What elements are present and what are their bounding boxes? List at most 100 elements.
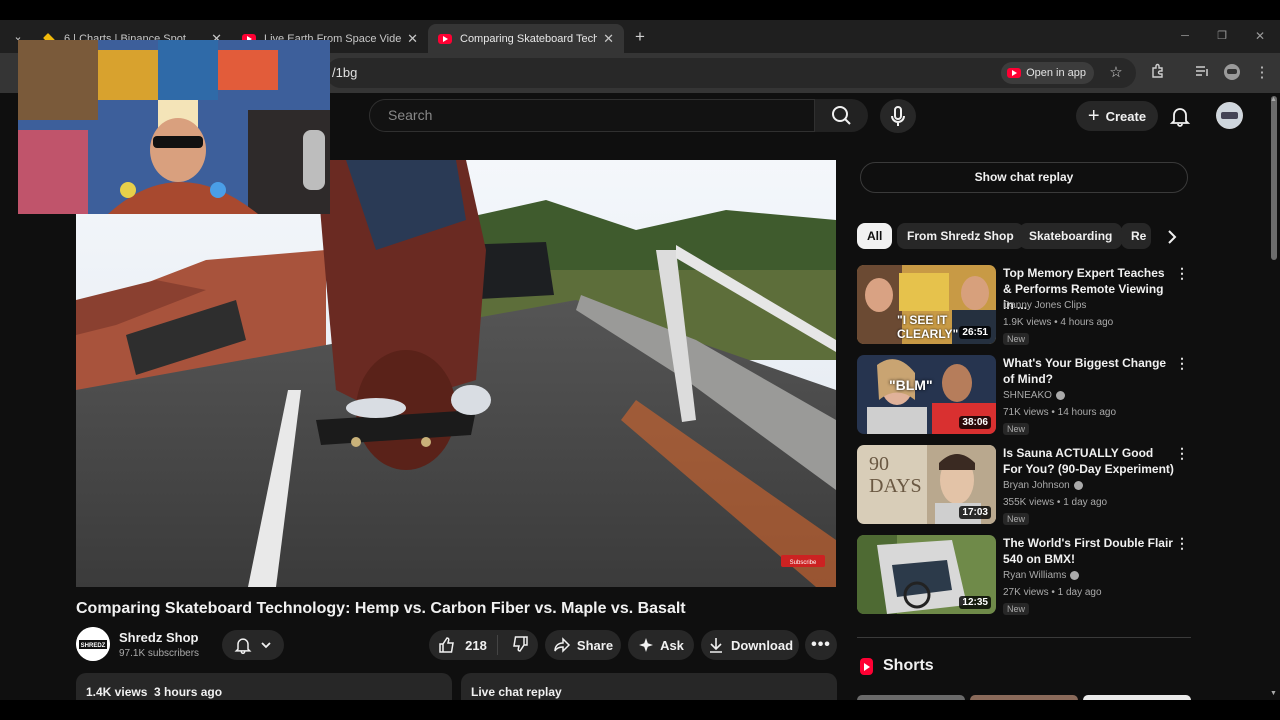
plus-icon: + — [1087, 105, 1100, 127]
live-chat-replay-label: Live chat replay — [471, 685, 562, 699]
search-icon — [832, 106, 851, 125]
picture-in-picture-overlay[interactable] — [18, 40, 330, 214]
notifications-bell-icon[interactable] — [1168, 104, 1192, 128]
video-duration: 38:06 — [959, 416, 991, 429]
more-vertical-icon[interactable]: ⋮ — [1175, 445, 1189, 462]
open-in-app-label: Open in app — [1026, 67, 1086, 79]
new-tab-button[interactable]: + — [630, 27, 650, 47]
download-label: Download — [730, 637, 794, 653]
recommended-title[interactable]: What's Your Biggest Change of Mind? — [1003, 355, 1175, 387]
recommended-title[interactable]: The World's First Double Flair 540 on BM… — [1003, 535, 1175, 567]
verified-icon — [1070, 571, 1080, 580]
minimize-button[interactable]: ─ — [1175, 26, 1195, 46]
video-thumbnail[interactable]: "I SEE IT CLEARLY" 26:51 — [857, 265, 996, 344]
subscriber-count: 97.1K subscribers — [119, 648, 200, 659]
tab-close-icon[interactable]: ✕ — [603, 31, 614, 47]
channel-name[interactable]: Shredz Shop — [119, 630, 198, 645]
more-horizontal-icon: ••• — [811, 636, 831, 653]
recommended-video[interactable]: 12:35 The World's First Double Flair 540… — [857, 535, 1192, 615]
browser-menu-icon[interactable]: ⋮ — [1252, 63, 1272, 83]
microphone-icon — [891, 106, 905, 126]
screen-bottom-border — [0, 700, 1280, 720]
share-button[interactable]: Share — [545, 630, 621, 660]
scroll-up-arrow-icon[interactable]: ▲ — [1270, 96, 1277, 103]
share-icon — [554, 637, 570, 653]
video-duration: 12:35 — [959, 596, 991, 609]
thumbs-up-icon — [439, 637, 455, 653]
create-button[interactable]: + Create — [1076, 101, 1158, 131]
subscription-bell-button[interactable] — [222, 630, 284, 660]
more-vertical-icon[interactable]: ⋮ — [1175, 535, 1189, 552]
chip-related[interactable]: Re — [1121, 223, 1151, 249]
like-button[interactable]: 218 — [437, 635, 498, 655]
dislike-button[interactable] — [504, 634, 530, 657]
video-thumbnail[interactable]: 90 DAYS 17:03 — [857, 445, 996, 524]
recommended-meta: 71K views • 14 hours ago — [1003, 407, 1117, 418]
extensions-icon[interactable] — [1148, 63, 1168, 83]
chevron-down-icon — [261, 642, 271, 649]
video-thumbnail[interactable]: "BLM" 38:06 — [857, 355, 996, 434]
new-badge: New — [1003, 513, 1030, 525]
search-button[interactable] — [815, 99, 868, 132]
media-controls-icon[interactable] — [1192, 63, 1212, 83]
more-actions-button[interactable]: ••• — [805, 630, 837, 660]
subscribe-watermark: Subscribe — [790, 560, 817, 566]
video-thumbnail[interactable]: 12:35 — [857, 535, 996, 614]
video-duration: 17:03 — [959, 506, 991, 519]
svg-text:SHREDZ: SHREDZ — [81, 643, 106, 649]
recommended-channel[interactable]: Ryan Williams — [1003, 570, 1080, 581]
video-frame: Subscribe — [76, 160, 836, 587]
tab-close-icon[interactable]: ✕ — [407, 31, 418, 47]
download-button[interactable]: Download — [701, 630, 799, 660]
voice-search-button[interactable] — [880, 99, 916, 133]
recommended-meta: 1.9K views • 4 hours ago — [1003, 317, 1114, 328]
verified-icon — [1055, 391, 1065, 400]
thumbnail-text: 90 DAYS — [869, 453, 922, 497]
shorts-icon — [860, 657, 873, 675]
recommended-channel[interactable]: SHNEAKO — [1003, 390, 1065, 401]
account-avatar[interactable] — [1216, 102, 1243, 129]
recommended-channel[interactable]: Danny Jones Clips — [1003, 300, 1086, 311]
recommended-video[interactable]: 90 DAYS 17:03 Is Sauna ACTUALLY Good For… — [857, 445, 1192, 525]
scrollbar-thumb[interactable] — [1271, 96, 1277, 260]
address-bar[interactable]: /1bg Open in app ☆ — [326, 58, 1136, 88]
chip-from-shredz-shop[interactable]: From Shredz Shop — [897, 223, 1024, 249]
profile-icon[interactable] — [1222, 63, 1242, 83]
chip-all[interactable]: All — [857, 223, 893, 249]
search-input[interactable]: Search — [369, 99, 815, 132]
channel-avatar[interactable]: SHREDZ — [76, 627, 110, 661]
scroll-down-arrow-icon[interactable]: ▼ — [1270, 690, 1277, 697]
thumbnail-text: "BLM" — [889, 377, 933, 393]
new-badge: New — [1003, 333, 1030, 345]
recommended-meta: 355K views • 1 day ago — [1003, 497, 1108, 508]
recommended-video[interactable]: "BLM" 38:06 What's Your Biggest Change o… — [857, 355, 1192, 435]
recommended-video[interactable]: "I SEE IT CLEARLY" 26:51 Top Memory Expe… — [857, 265, 1192, 345]
bookmark-star-icon[interactable]: ☆ — [1106, 63, 1126, 83]
like-dislike-group: 218 — [429, 630, 538, 660]
youtube-icon — [1007, 68, 1022, 78]
screen-top-border — [0, 0, 1280, 20]
maximize-button[interactable]: ❐ — [1212, 26, 1232, 46]
new-badge: New — [1003, 603, 1030, 615]
create-label: Create — [1105, 108, 1147, 124]
show-chat-replay-button[interactable]: Show chat replay — [860, 162, 1188, 193]
open-in-app-button[interactable]: Open in app — [1001, 62, 1094, 84]
ask-label: Ask — [660, 637, 684, 653]
tab-skateboard-video[interactable]: Comparing Skateboard Technol ✕ — [428, 24, 624, 53]
recommended-channel[interactable]: Bryan Johnson — [1003, 480, 1083, 491]
video-duration: 26:51 — [959, 326, 991, 339]
close-window-button[interactable]: ✕ — [1250, 26, 1270, 46]
shorts-label: Shorts — [883, 657, 934, 674]
video-player[interactable]: Subscribe — [76, 160, 836, 587]
chips-next-chevron-icon[interactable] — [1160, 226, 1182, 248]
bell-icon — [234, 638, 252, 655]
chip-skateboarding[interactable]: Skateboarding — [1019, 223, 1123, 249]
like-count: 218 — [465, 637, 487, 653]
sparkle-icon — [639, 638, 654, 652]
ask-button[interactable]: Ask — [628, 630, 694, 660]
verified-icon — [1073, 481, 1083, 490]
more-vertical-icon[interactable]: ⋮ — [1175, 265, 1189, 282]
more-vertical-icon[interactable]: ⋮ — [1175, 355, 1189, 372]
recommended-title[interactable]: Is Sauna ACTUALLY Good For You? (90-Day … — [1003, 445, 1175, 477]
thumbs-down-icon — [512, 635, 528, 652]
